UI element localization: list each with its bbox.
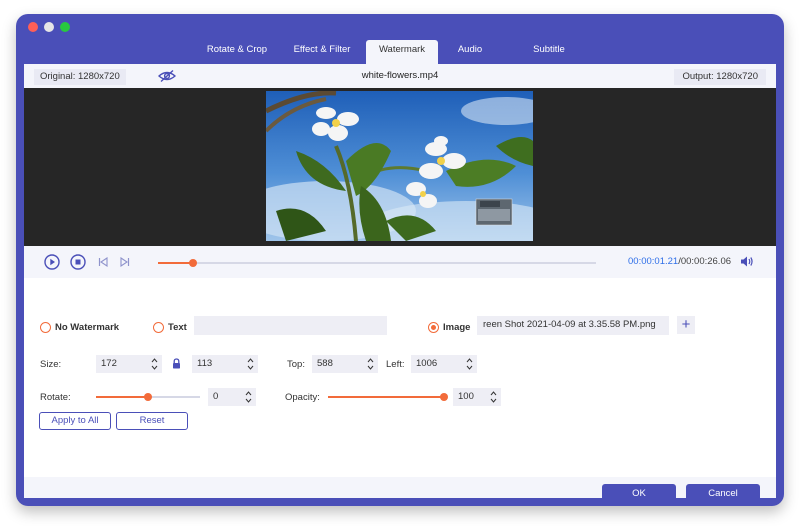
- tab-rotate-crop[interactable]: Rotate & Crop: [196, 40, 278, 64]
- playback-controls: 00:00:01.21/00:00:26.06: [24, 246, 776, 278]
- ok-button[interactable]: OK: [602, 484, 676, 504]
- stepper-arrows-icon[interactable]: [247, 357, 254, 371]
- tab-watermark[interactable]: Watermark: [366, 40, 438, 64]
- preview-image: [266, 91, 533, 241]
- play-icon[interactable]: [44, 254, 60, 270]
- editor-window: Rotate & Crop Effect & Filter Watermark …: [16, 14, 784, 506]
- image-file-field[interactable]: reen Shot 2021-04-09 at 3.35.58 PM.png: [477, 316, 669, 335]
- progress-track[interactable]: [158, 259, 596, 267]
- watermark-panel: No Watermark Text Image reen Shot 2021-0…: [24, 278, 776, 504]
- width-stepper[interactable]: 172: [96, 355, 162, 373]
- apply-to-all-button[interactable]: Apply to All: [39, 412, 111, 430]
- progress-fill: [158, 262, 194, 264]
- next-frame-icon[interactable]: [120, 257, 130, 267]
- no-watermark-label: No Watermark: [55, 322, 120, 333]
- watermark-text-input[interactable]: [194, 316, 387, 335]
- rotate-slider-handle[interactable]: [144, 393, 152, 401]
- tab-subtitle[interactable]: Subtitle: [502, 40, 596, 64]
- info-bar: Original: 1280x720 white-flowers.mp4 Out…: [24, 64, 776, 88]
- window-controls: [28, 22, 70, 32]
- progress-handle[interactable]: [189, 259, 198, 267]
- stop-icon[interactable]: [70, 254, 86, 270]
- rotate-slider-fill: [96, 396, 148, 398]
- image-radio[interactable]: [428, 322, 439, 333]
- stepper-arrows-icon[interactable]: [151, 357, 158, 371]
- text-radio[interactable]: [153, 322, 164, 333]
- no-watermark-radio[interactable]: [40, 322, 51, 333]
- image-label: Image: [443, 322, 471, 333]
- tab-effect-filter[interactable]: Effect & Filter: [278, 40, 366, 64]
- size-label: Size:: [40, 359, 62, 370]
- opacity-label: Opacity:: [285, 392, 320, 403]
- stepper-arrows-icon[interactable]: [466, 357, 473, 371]
- left-stepper[interactable]: 1006: [411, 355, 477, 373]
- tab-bar: Rotate & Crop Effect & Filter Watermark …: [196, 40, 596, 64]
- cancel-button[interactable]: Cancel: [686, 484, 760, 504]
- previous-frame-icon[interactable]: [98, 257, 108, 267]
- stepper-arrows-icon[interactable]: [490, 390, 497, 404]
- minimize-window-button[interactable]: [44, 22, 54, 32]
- height-value: 113: [197, 358, 213, 369]
- time-display: 00:00:01.21/00:00:26.06: [628, 256, 731, 267]
- width-value: 172: [101, 358, 117, 369]
- total-time: 00:00:26.06: [680, 256, 732, 267]
- file-name: white-flowers.mp4: [361, 70, 439, 81]
- rotate-slider[interactable]: [96, 392, 200, 402]
- left-value: 1006: [416, 358, 438, 369]
- close-window-button[interactable]: [28, 22, 38, 32]
- opacity-stepper[interactable]: 100: [453, 388, 501, 406]
- opacity-slider-handle[interactable]: [440, 393, 448, 401]
- top-label: Top:: [287, 359, 305, 370]
- top-value: 588: [317, 358, 333, 369]
- height-stepper[interactable]: 113: [192, 355, 258, 373]
- tab-audio[interactable]: Audio: [438, 40, 502, 64]
- opacity-value: 100: [458, 391, 474, 402]
- volume-icon[interactable]: [740, 255, 754, 268]
- left-label: Left:: [386, 359, 405, 370]
- lock-icon[interactable]: [172, 358, 181, 369]
- output-resolution: Output: 1280x720: [674, 69, 766, 85]
- zoom-window-button[interactable]: [60, 22, 70, 32]
- top-stepper[interactable]: 588: [312, 355, 378, 373]
- stepper-arrows-icon[interactable]: [367, 357, 374, 371]
- rotate-label: Rotate:: [40, 392, 71, 403]
- add-image-button[interactable]: +: [677, 316, 695, 334]
- opacity-slider-fill: [328, 396, 444, 398]
- stepper-arrows-icon[interactable]: [245, 390, 252, 404]
- current-time: 00:00:01.21: [628, 256, 679, 267]
- video-preview: [24, 88, 776, 246]
- reset-button[interactable]: Reset: [116, 412, 188, 430]
- opacity-slider[interactable]: [328, 392, 448, 402]
- rotate-value: 0: [213, 391, 219, 402]
- rotate-stepper[interactable]: 0: [208, 388, 256, 406]
- content-area: Original: 1280x720 white-flowers.mp4 Out…: [24, 64, 776, 504]
- text-label: Text: [168, 322, 187, 333]
